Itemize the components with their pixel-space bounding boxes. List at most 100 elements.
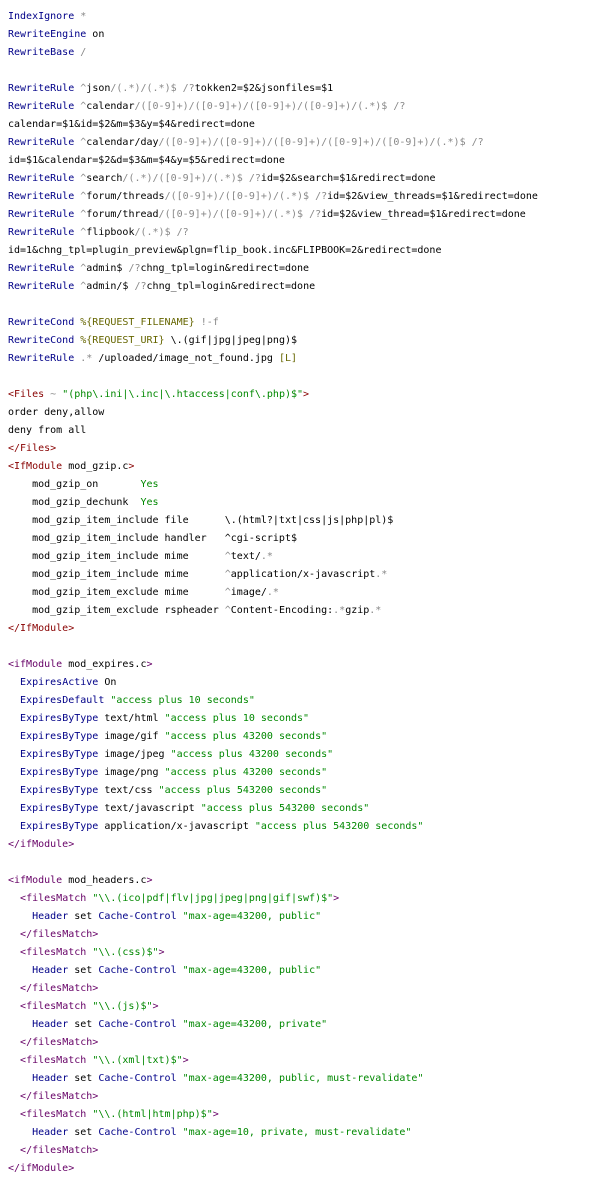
code-token: Cache-Control [98,911,177,922]
code-token: "max-age=43200, public" [182,911,322,922]
code-line: RewriteRule ^forum/threads/([0-9]+)/([0-… [8,188,538,206]
code-token: "access plus 43200 seconds" [164,767,328,778]
code-line: RewriteBase / [8,44,538,62]
code-line: </filesMatch> [8,926,538,944]
code-token: </Files> [8,443,57,454]
code-token: <IfModule [8,461,63,472]
code-line: <IfModule mod_gzip.c> [8,458,538,476]
code-token: admin$ [86,263,123,274]
code-token: /(.*)/(.*)$ [110,83,177,94]
code-line: ExpiresByType image/gif "access plus 432… [8,728,538,746]
code-line: RewriteEngine on [8,26,538,44]
code-token: /([0-9]+)/([0-9]+)/(.*)$ [158,209,304,220]
code-token: mod_gzip_item_exclude mime [8,587,225,598]
code-line: ExpiresByType application/x-javascript "… [8,818,538,836]
code-token: /? [134,281,147,292]
code-token: </filesMatch> [20,929,99,940]
code-token: id=$1&calendar=$2&d=$3&m=$4&y=$5&redirec… [8,155,285,166]
code-token: </ifModule> [8,839,75,850]
code-token: image/png [98,767,165,778]
code-token: ExpiresByType [20,803,99,814]
code-token: "\\.(js)$" [92,1001,153,1012]
code-token: </filesMatch> [20,983,99,994]
code-token: Header [32,911,69,922]
code-token: /(.*)/([0-9]+)/(.*)$ [122,173,243,184]
code-token: mod_gzip_item_include handler ^cgi-scrip… [8,533,297,544]
code-token: <filesMatch [20,1109,87,1120]
code-token: mod_gzip_dechunk [8,497,141,508]
code-line: RewriteRule .* /uploaded/image_not_found… [8,350,538,368]
code-token: calendar/day [86,137,159,148]
code-token: ExpiresByType [20,713,99,724]
code-line: ExpiresActive On [8,674,538,692]
code-line: RewriteRule ^forum/thread/([0-9]+)/([0-9… [8,206,538,224]
code-token: text/javascript [98,803,201,814]
code-token: > [158,947,165,958]
code-line: ExpiresByType text/javascript "access pl… [8,800,538,818]
code-token: /(.*)$ [134,227,171,238]
code-line: </filesMatch> [8,980,538,998]
code-line: RewriteRule ^calendar/day/([0-9]+)/([0-9… [8,134,538,152]
code-token: </filesMatch> [20,1037,99,1048]
code-token: Cache-Control [98,1019,177,1030]
code-line: <filesMatch "\\.(css)$"> [8,944,538,962]
code-line: RewriteRule ^json/(.*)/(.*)$ /?tokken2=$… [8,80,538,98]
code-line: mod_gzip_item_exclude mime ^image/.* [8,584,538,602]
code-line: <ifModule mod_expires.c> [8,656,538,674]
code-line: Header set Cache-Control "max-age=10, pr… [8,1124,538,1142]
code-token: "\\.(css)$" [92,947,159,958]
code-token: <filesMatch [20,893,87,904]
code-token: \.(gif|jpg|jpeg|png)$ [164,335,298,346]
code-token: "\\.(ico|pdf|flv|jpg|jpeg|png|gif|swf)$" [92,893,334,904]
code-token: /? [248,173,261,184]
code-token: On [98,677,117,688]
code-line: </Files> [8,440,538,458]
code-token: > [303,389,310,400]
code-line: ExpiresByType image/jpeg "access plus 43… [8,746,538,764]
code-line: ExpiresByType text/html "access plus 10 … [8,710,538,728]
code-line: Header set Cache-Control "max-age=43200,… [8,908,538,926]
code-token: /? [393,101,406,112]
code-token: mod_gzip_item_include mime [8,551,225,562]
code-token: Cache-Control [98,965,177,976]
code-line: RewriteCond %{REQUEST_URI} \.(gif|jpg|jp… [8,332,538,350]
code-token: > [212,1109,219,1120]
code-token: Content-Encoding: [230,605,334,616]
code-token: RewriteBase [8,47,75,58]
code-token: id=$2&view_threads=$1&redirect=done [327,191,538,202]
code-token: mod_headers.c [62,875,147,886]
code-token: .* [80,353,93,364]
code-token: / [80,47,87,58]
code-line: </filesMatch> [8,1142,538,1160]
code-token: mod_gzip_item_include file \.(html?|txt|… [8,515,394,526]
code-line: </IfModule> [8,620,538,638]
code-line: mod_gzip_item_exclude rspheader ^Content… [8,602,538,620]
code-token: id=1&chng_tpl=plugin_preview&plgn=flip_b… [8,245,442,256]
code-token: "max-age=10, private, must-revalidate" [182,1127,412,1138]
code-token: </IfModule> [8,623,75,634]
code-line: RewriteRule ^search/(.*)/([0-9]+)/(.*)$ … [8,170,538,188]
code-token: /? [315,191,328,202]
code-token: Header [32,965,69,976]
code-line: RewriteRule ^flipbook/(.*)$ /? [8,224,538,242]
code-token: text/html [98,713,165,724]
code-token: mod_gzip_item_include mime [8,569,225,580]
code-line: deny from all [8,422,538,440]
code-token: Header [32,1073,69,1084]
code-token: RewriteRule [8,173,75,184]
code-token: "access plus 543200 seconds" [158,785,328,796]
code-token: Header [32,1127,69,1138]
code-token: id=$2&view_thread=$1&redirect=done [321,209,526,220]
code-token: </ifModule> [8,1163,75,1174]
code-token: %{REQUEST_FILENAME} [80,317,195,328]
code-token: "max-age=43200, public" [182,965,322,976]
code-line: RewriteCond %{REQUEST_FILENAME} !-f [8,314,538,332]
